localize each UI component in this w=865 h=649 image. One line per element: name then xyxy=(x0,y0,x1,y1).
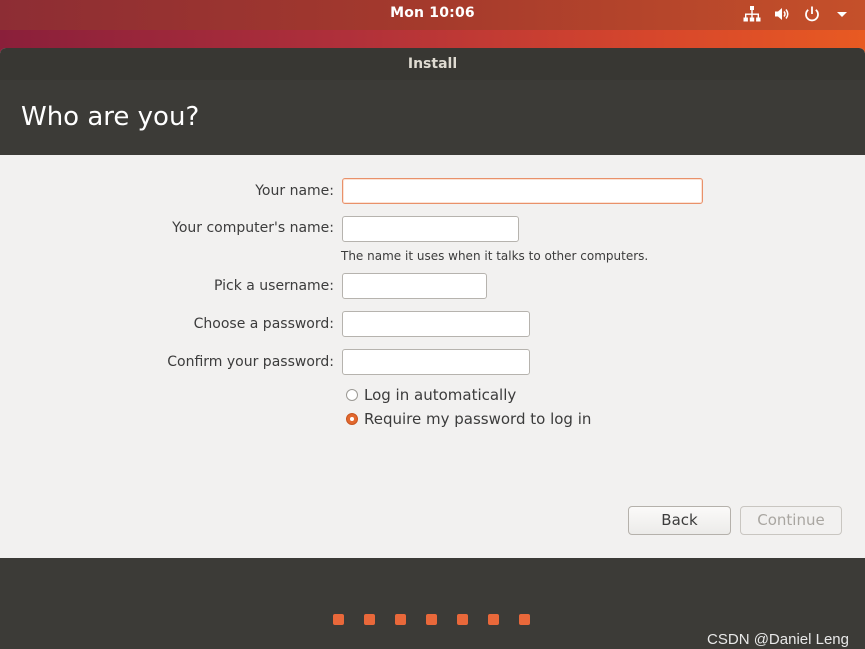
password-label: Choose a password: xyxy=(193,316,334,332)
window-title: Install xyxy=(0,48,865,80)
page-header: Who are you? xyxy=(0,80,865,155)
username-label: Pick a username: xyxy=(213,278,334,294)
user-setup-form: Your name: Your computer's name: The nam… xyxy=(0,155,865,558)
continue-button[interactable]: Continue xyxy=(740,506,842,535)
clock[interactable]: Mon 10:06 xyxy=(0,5,865,21)
progress-dot xyxy=(488,614,499,625)
computer-name-label: Your computer's name: xyxy=(172,220,334,236)
menu-arrow-icon[interactable] xyxy=(833,5,851,23)
top-panel: Mon 10:06 xyxy=(0,0,865,30)
progress-footer: CSDN @Daniel Leng xyxy=(0,558,865,649)
require-password-option[interactable]: Require my password to log in xyxy=(346,410,591,428)
your-name-label: Your name: xyxy=(255,183,334,199)
power-icon[interactable] xyxy=(803,5,821,23)
progress-dots xyxy=(333,614,530,625)
require-password-label[interactable]: Require my password to log in xyxy=(364,410,591,428)
volume-icon[interactable] xyxy=(773,5,791,23)
network-icon[interactable] xyxy=(743,5,761,23)
username-input[interactable] xyxy=(342,273,487,299)
page-title: Who are you? xyxy=(21,102,200,132)
confirm-password-input[interactable] xyxy=(342,349,530,375)
watermark: CSDN @Daniel Leng xyxy=(707,631,849,648)
installer-window: Install Who are you? Your name: Your com… xyxy=(0,48,865,649)
progress-dot xyxy=(333,614,344,625)
computer-name-hint: The name it uses when it talks to other … xyxy=(341,249,649,263)
confirm-password-label: Confirm your password: xyxy=(167,354,334,370)
require-password-radio[interactable] xyxy=(346,413,358,425)
computer-name-input[interactable] xyxy=(342,216,519,242)
password-input[interactable] xyxy=(342,311,530,337)
back-button[interactable]: Back xyxy=(628,506,731,535)
login-automatically-option[interactable]: Log in automatically xyxy=(346,386,516,404)
system-tray[interactable] xyxy=(743,5,851,23)
login-automatically-radio[interactable] xyxy=(346,389,358,401)
progress-dot xyxy=(364,614,375,625)
progress-dot xyxy=(457,614,468,625)
progress-dot xyxy=(519,614,530,625)
progress-dot xyxy=(426,614,437,625)
your-name-input[interactable] xyxy=(342,178,703,204)
login-automatically-label[interactable]: Log in automatically xyxy=(364,386,516,404)
progress-dot xyxy=(395,614,406,625)
